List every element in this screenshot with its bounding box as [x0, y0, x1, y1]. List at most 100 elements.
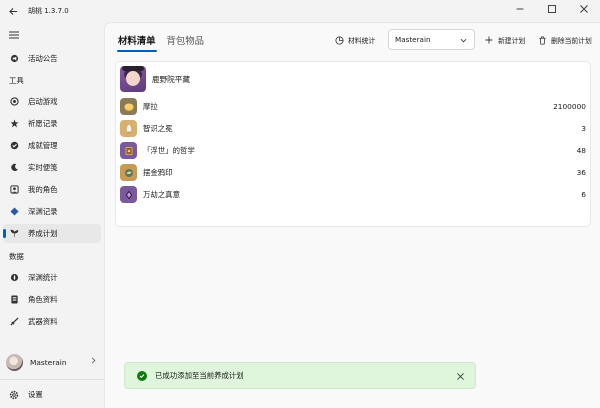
weapon-wiki-icon — [9, 317, 19, 327]
minimize-icon — [516, 8, 524, 10]
toast-close-button[interactable] — [455, 371, 465, 381]
sidebar-item-wish-history[interactable]: 祈愿记录 — [3, 114, 101, 133]
user-account-button[interactable]: Masterain — [3, 350, 101, 374]
boss-material-icon — [120, 186, 137, 203]
section-heading-tools: 工具 — [9, 76, 24, 85]
delete-plan-label: 删除当前计划 — [551, 37, 592, 45]
character-icon — [9, 185, 19, 195]
material-name: 万劫之真意 — [143, 190, 180, 199]
material-count: 3 — [581, 124, 586, 133]
achievement-icon — [9, 141, 19, 151]
moon-note-icon — [9, 163, 19, 173]
sidebar: 活动公告 工具 启动游戏 祈愿记录 成就管理 实时便笺 我的角色 深渊记录 养成… — [0, 22, 104, 408]
plus-icon — [484, 35, 494, 45]
title-bar: 胡桃 1.3.7.0 — [0, 0, 600, 22]
material-name: 智识之冕 — [143, 124, 173, 133]
sidebar-item-label: 实时便笺 — [28, 163, 58, 172]
material-stats-button[interactable]: 材料统计 — [334, 33, 375, 47]
material-stats-label: 材料统计 — [348, 37, 376, 45]
sidebar-item-character-wiki[interactable]: 角色资料 — [3, 290, 101, 309]
sidebar-item-cultivation-plan[interactable]: 养成计划 — [3, 224, 101, 243]
character-name: 鹿野院平藏 — [152, 74, 190, 84]
project-select-value: Masterain — [395, 35, 431, 44]
character-avatar — [120, 66, 146, 92]
tab-bar: 材料清单 背包物品 — [115, 33, 212, 52]
material-name: 摆金鸦印 — [143, 168, 173, 177]
maximize-button[interactable] — [536, 0, 568, 18]
abyss-icon — [9, 207, 19, 217]
sidebar-item-realtime-notes[interactable]: 实时便笺 — [3, 158, 101, 177]
hamburger-icon — [9, 31, 19, 39]
sidebar-item-label: 祈愿记录 — [28, 119, 58, 128]
material-count: 6 — [581, 190, 586, 199]
cultivation-icon — [9, 229, 19, 239]
avatar — [6, 353, 23, 371]
sidebar-item-abyss-statistics[interactable]: 深渊统计 — [3, 268, 101, 287]
sidebar-item-label: 我的角色 — [28, 185, 58, 194]
user-name: Masterain — [30, 357, 67, 367]
material-count: 36 — [576, 168, 586, 177]
sidebar-item-announcements[interactable]: 活动公告 — [3, 49, 101, 68]
material-name: 摩拉 — [143, 102, 158, 111]
sidebar-item-label: 活动公告 — [28, 54, 58, 63]
sidebar-item-abyss-records[interactable]: 深渊记录 — [3, 202, 101, 221]
delete-plan-button[interactable]: 删除当前计划 — [537, 33, 592, 47]
material-count: 2100000 — [553, 102, 586, 111]
material-row: 摩拉 2100000 — [120, 98, 586, 115]
sidebar-item-weapon-wiki[interactable]: 武器资料 — [3, 312, 101, 331]
sidebar-item-settings[interactable]: 设置 — [3, 385, 101, 404]
app-title: 胡桃 1.3.7.0 — [28, 7, 69, 15]
chevron-right-icon — [91, 357, 96, 366]
sidebar-item-achievements[interactable]: 成就管理 — [3, 136, 101, 155]
new-plan-button[interactable]: 新建计划 — [484, 33, 525, 47]
sidebar-item-label: 深渊统计 — [28, 273, 58, 282]
project-select[interactable]: Masterain — [388, 29, 475, 50]
sidebar-item-label: 角色资料 — [28, 295, 58, 304]
crow-insignia-icon — [120, 164, 137, 181]
philosophy-book-icon — [120, 142, 137, 159]
game-launch-icon — [9, 97, 19, 107]
success-toast: 已成功添加至当前养成计划 — [124, 362, 476, 389]
hamburger-menu-button[interactable] — [6, 28, 22, 42]
chevron-down-icon — [460, 36, 467, 45]
section-heading-data: 数据 — [9, 252, 24, 261]
crown-icon — [120, 120, 137, 137]
material-card: 鹿野院平藏 摩拉 2100000 智识之冕 3 「浮世」的哲学 48 摆金鸦印 … — [115, 61, 591, 227]
close-icon — [580, 5, 588, 13]
material-name: 「浮世」的哲学 — [143, 146, 195, 155]
selected-indicator — [3, 229, 6, 238]
character-wiki-icon — [9, 295, 19, 305]
sidebar-item-label: 养成计划 — [28, 229, 58, 238]
new-plan-label: 新建计划 — [498, 37, 526, 45]
sidebar-divider — [0, 379, 104, 380]
material-row: 摆金鸦印 36 — [120, 164, 586, 181]
back-button[interactable] — [0, 0, 26, 22]
gear-icon — [9, 390, 19, 400]
check-circle-icon — [137, 370, 147, 381]
toast-message: 已成功添加至当前养成计划 — [155, 371, 244, 380]
trash-icon — [537, 35, 547, 45]
tab-backpack-items[interactable]: 背包物品 — [164, 33, 208, 51]
material-row: 「浮世」的哲学 48 — [120, 142, 586, 159]
sidebar-item-launch-game[interactable]: 启动游戏 — [3, 92, 101, 111]
character-header: 鹿野院平藏 — [120, 66, 190, 92]
sidebar-item-label: 成就管理 — [28, 141, 58, 150]
back-arrow-icon — [8, 7, 17, 15]
main-content: 材料清单 背包物品 材料统计 Masterain 新建计划 删除当前计划 鹿野院… — [104, 22, 600, 408]
minimize-button[interactable] — [504, 0, 536, 18]
megaphone-icon — [9, 54, 19, 64]
sidebar-item-label: 启动游戏 — [28, 97, 58, 106]
wish-icon — [9, 119, 19, 129]
close-window-button[interactable] — [568, 0, 600, 18]
sidebar-item-label: 武器资料 — [28, 317, 58, 326]
sidebar-item-label: 设置 — [28, 390, 43, 399]
pie-chart-icon — [334, 35, 344, 45]
sidebar-item-label: 深渊记录 — [28, 207, 58, 216]
mora-icon — [120, 98, 137, 115]
tab-material-list[interactable]: 材料清单 — [115, 33, 159, 52]
material-row: 智识之冕 3 — [120, 120, 586, 137]
close-icon — [456, 372, 464, 380]
material-count: 48 — [576, 146, 586, 155]
sidebar-item-my-characters[interactable]: 我的角色 — [3, 180, 101, 199]
abyss-stats-icon — [9, 273, 19, 283]
